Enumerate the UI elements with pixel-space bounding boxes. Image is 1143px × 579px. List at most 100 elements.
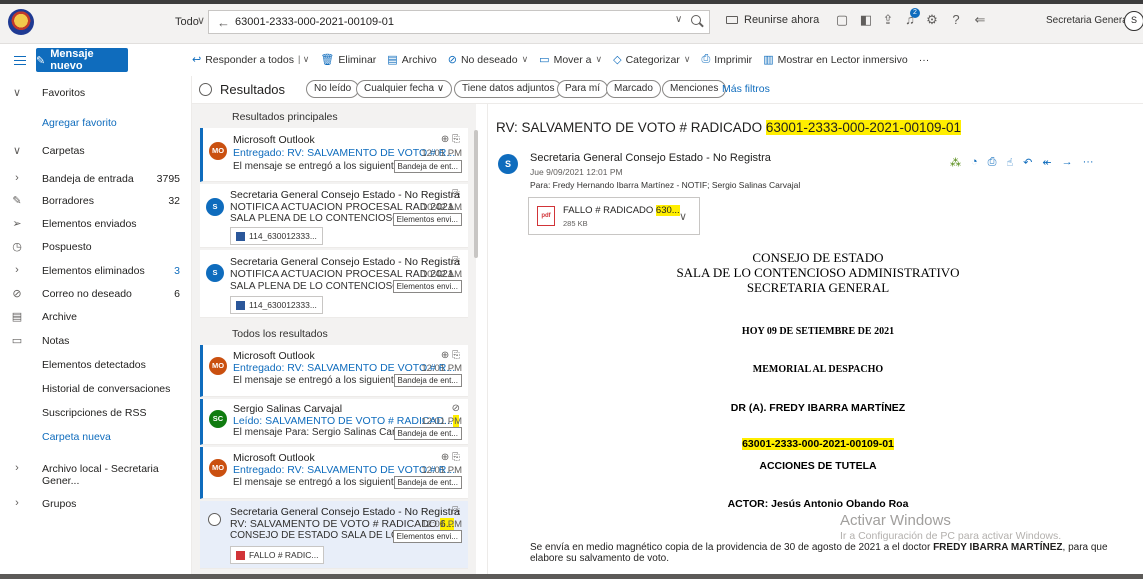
folder-detected[interactable]: Elementos detectados [0,354,192,376]
chevron-down-icon[interactable]: ∨ [522,54,529,65]
attachment-card[interactable]: pdf FALLO # RADICADO 630... 285 KB ∨ [528,197,700,235]
more-icon[interactable]: ··· [1083,156,1094,169]
folder-tag[interactable]: Bandeja de ent... [393,476,462,489]
reaction-icon[interactable]: ◔ [971,156,978,169]
more-actions-button[interactable]: ··· [919,53,930,66]
folder-tag[interactable]: Elementos envi... [392,213,462,226]
list-item[interactable]: MO Microsoft Outlook ⊕ ⎘ Entregado: RV: … [200,447,468,499]
word-icon[interactable]: ◧ [858,12,874,28]
account-avatar[interactable]: S [1124,11,1143,31]
unread-count: 3 [174,265,180,277]
search-scope[interactable]: Todo [175,16,199,28]
select-radio[interactable] [208,513,221,526]
search-icon[interactable] [691,15,701,25]
folder-label: Bandeja de entrada [42,173,134,185]
folder-label: Elementos eliminados [42,265,145,277]
like-icon[interactable]: ☝ [1006,156,1013,169]
local-archive-group[interactable]: › Archivo local - Secretaria Gener... [0,458,192,487]
sender-avatar[interactable]: S [498,154,518,174]
gear-icon[interactable]: ⚙ [924,12,940,28]
message-list-scrollbar[interactable] [474,130,478,258]
groups-group[interactable]: › Grupos [0,493,192,515]
feedback-icon[interactable]: ⇐ [972,12,988,28]
folders-header[interactable]: ∨ Carpetas [0,140,192,162]
filter-flagged[interactable]: Marcado [606,80,661,98]
filter-unread[interactable]: No leído [306,80,360,98]
list-item[interactable]: SC Sergio Salinas Carvajal ⊘ Leído: SALV… [200,399,468,445]
folder-notes[interactable]: ▭ Notas [0,330,192,352]
folder-inbox[interactable]: › Bandeja de entrada 3795 [0,168,192,190]
reply-icon[interactable]: ↶ [1023,156,1032,169]
chevron-down-icon[interactable]: ∨ [197,14,205,27]
folder-tag[interactable]: Bandeja de ent... [393,374,462,387]
list-item[interactable]: S Secretaria General Consejo Estado - No… [200,250,468,318]
help-icon[interactable]: ? [948,12,964,28]
move-button[interactable]: ▭ Mover a ∨ [539,53,603,67]
immersive-reader-button[interactable]: ▥ Mostrar en Lector inmersivo [763,53,908,67]
new-mail-button[interactable]: ✎ Mensaje nuevo [36,48,128,72]
categorize-button[interactable]: ◇ Categorizar ∨ [613,53,691,67]
more-filters-link[interactable]: Más filtros [722,83,770,95]
share-icon[interactable]: ⇪ [880,12,896,28]
list-item[interactable]: MO Microsoft Outlook ⊕ ⎘ Entregado: RV: … [200,345,468,397]
folder-drafts[interactable]: ✎ Borradores 32 [0,190,192,212]
teams-chat-icon[interactable]: ▢ [834,12,850,28]
folder-junk[interactable]: ⊘ Correo no deseado 6 [0,283,192,305]
folder-tag[interactable]: Elementos envi... [392,530,462,543]
meet-now-label: Reunirse ahora [744,14,820,26]
folder-tag[interactable]: Bandeja de ent... [393,427,462,440]
folder-snoozed[interactable]: ◷ Pospuesto [0,236,192,258]
chevron-down-icon[interactable]: ∨ [596,54,603,65]
reply-all-icon[interactable]: ↞ [1042,156,1051,169]
folder-rss[interactable]: Suscripciones de RSS [0,402,192,424]
select-all-checkbox[interactable] [199,83,212,96]
print-button[interactable]: ⎙ Imprimir [701,53,752,66]
list-item[interactable]: MO Microsoft Outlook ⊕ ⎘ Entregado: RV: … [200,128,468,182]
printer-icon[interactable]: ⎙ [988,156,997,169]
reply-all-button[interactable]: ↩ Responder a todos | ∨ [192,53,309,67]
block-icon: ⊘ [12,288,22,300]
filter-to-me[interactable]: Para mí [557,80,609,98]
filter-any-date[interactable]: Cualquier fecha ∨ [356,80,453,98]
back-arrow-icon[interactable]: ← [217,15,230,30]
doc-heading-2: SALA DE LO CONTENCIOSO ADMINISTRATIVO [676,265,960,280]
search-input[interactable] [235,14,655,30]
favorites-header[interactable]: ∨ Favoritos [0,82,192,104]
folder-deleted[interactable]: › Elementos eliminados 3 [0,260,192,282]
filter-has-attachments[interactable]: Tiene datos adjuntos [454,80,563,98]
list-item[interactable]: S Secretaria General Consejo Estado - No… [200,184,468,248]
attachment-chip[interactable]: FALLO # RADIC... [230,546,325,564]
chevron-down-icon[interactable]: ∨ [679,210,687,223]
archive-button[interactable]: ▤ Archivo [387,53,436,67]
tag-icon: ◇ [613,54,622,66]
forward-icon[interactable]: → [1062,156,1073,169]
sender-name: Microsoft Outlook [233,452,315,464]
meet-now-button[interactable]: Reunirse ahora [726,14,819,26]
sender-name[interactable]: Secretaria General Consejo Estado - No R… [530,152,771,164]
block-icon: ⊘ [447,54,457,66]
new-folder-link[interactable]: Carpeta nueva [0,426,192,448]
delete-button[interactable]: 🗑 Eliminar [320,53,376,67]
recipients[interactable]: Para: Fredy Hernando Ibarra Martínez - N… [530,180,800,190]
hamburger-icon[interactable] [14,56,26,65]
filter-mentions[interactable]: Menciones [662,80,727,98]
attachment-chip[interactable]: 114_630012333... [230,227,323,245]
folder-archive[interactable]: ▤ Archive [0,306,192,328]
organization-logo[interactable] [8,9,34,35]
chevron-down-icon[interactable]: ∨ [675,14,682,25]
search-box[interactable]: ← ∨ [208,10,710,34]
folder-sent[interactable]: ➢ Elementos enviados [0,213,192,235]
avatar: MO [209,357,227,375]
chevron-down-icon[interactable]: | ∨ [298,54,309,65]
folder-conversation-history[interactable]: Historial de conversaciones [0,378,192,400]
add-favorite-link[interactable]: Agregar favorito [0,112,192,134]
teams-share-icon[interactable]: ⁂ [950,156,961,169]
chevron-down-icon[interactable]: ∨ [684,54,691,65]
doc-judge: DR (A). FREDY IBARRA MARTÍNEZ [730,402,906,414]
folder-tag[interactable]: Bandeja de ent... [393,160,462,173]
attachment-chip[interactable]: 114_630012333... [230,296,323,314]
doc-date: HOY 09 DE SETIEMBRE DE 2021 [741,326,895,337]
junk-button[interactable]: ⊘ No deseado ∨ [447,53,529,67]
folder-tag[interactable]: Elementos envi... [392,280,462,293]
list-item-active[interactable]: Secretaria General Consejo Estado - No R… [200,501,468,569]
